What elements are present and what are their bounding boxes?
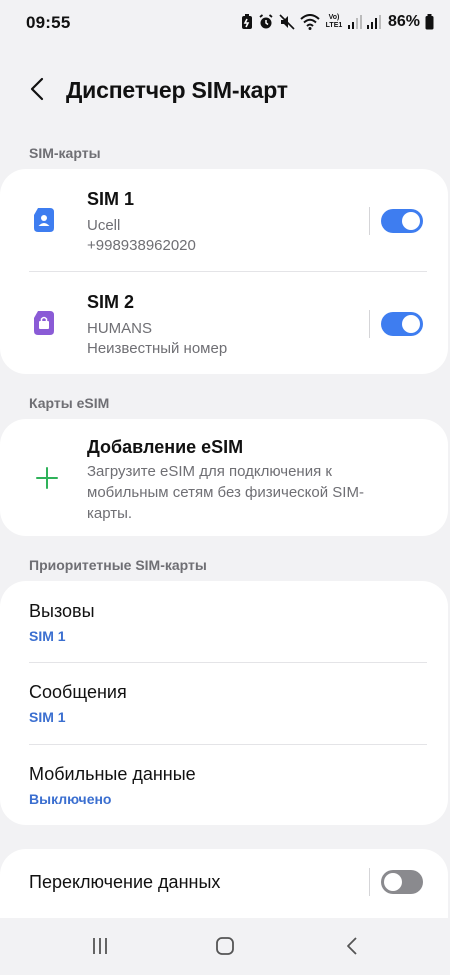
signal-sim1-icon [347, 14, 362, 30]
plus-icon [35, 466, 59, 490]
add-esim-description: Загрузите eSIM для подключения к мобильн… [87, 463, 364, 522]
divider [369, 310, 370, 338]
toggle-knob [384, 873, 402, 891]
sim-row-2[interactable]: SIM 2 HUMANS Неизвестный номер [0, 272, 448, 374]
priority-row-calls[interactable]: Вызовы SIM 1 [0, 581, 448, 662]
pref-value: SIM 1 [29, 709, 66, 725]
sim-number: +998938962020 [87, 237, 196, 254]
sim-bag-icon [33, 310, 55, 336]
back-nav-button[interactable] [340, 936, 364, 960]
add-esim-title: Добавление eSIM [87, 437, 244, 457]
chevron-left-icon [30, 77, 44, 106]
back-button[interactable] [20, 74, 54, 108]
sim-2-toggle[interactable] [381, 312, 423, 336]
status-bar: 09:55 Vo) LTE1 86% [0, 0, 450, 44]
data-switch-title: Переключение данных [29, 872, 221, 892]
sim-person-icon [33, 207, 55, 233]
battery-percent: 86% [387, 13, 420, 30]
navigation-bar [0, 918, 450, 975]
data-switch-toggle[interactable] [381, 870, 423, 894]
pref-value: SIM 1 [29, 628, 66, 644]
status-time: 09:55 [26, 13, 71, 32]
section-label-priority: Приоритетные SIM-карты [29, 557, 207, 573]
page-title: Диспетчер SIM-карт [66, 77, 288, 103]
wifi-icon [300, 14, 320, 30]
priority-row-mobile-data[interactable]: Мобильные данные Выключено [0, 745, 448, 825]
back-icon [345, 936, 359, 961]
recent-apps-button[interactable] [88, 936, 112, 960]
home-button[interactable] [213, 936, 237, 960]
divider [369, 207, 370, 235]
priority-row-messages[interactable]: Сообщения SIM 1 [0, 663, 448, 744]
sim-number: Неизвестный номер [87, 340, 228, 357]
home-icon [215, 936, 235, 961]
divider [369, 868, 370, 896]
pref-value: Выключено [29, 791, 112, 807]
data-switch-card[interactable]: Переключение данных [0, 849, 448, 924]
sim-operator: Ucell [87, 217, 121, 234]
esim-card[interactable]: Добавление eSIM Загрузите eSIM для подкл… [0, 419, 448, 536]
priority-card: Вызовы SIM 1 Сообщения SIM 1 Мобильные д… [0, 581, 448, 825]
alarm-icon [258, 14, 274, 30]
sim-cards-card: SIM 1 Ucell +998938962020 SIM 2 HUMANS Н… [0, 169, 448, 374]
toggle-knob [402, 212, 420, 230]
recent-apps-icon [90, 936, 110, 961]
pref-title: Сообщения [29, 682, 127, 702]
mute-icon [279, 14, 295, 30]
battery-icon [425, 14, 434, 30]
header: Диспетчер SIM-карт [0, 66, 450, 116]
pref-title: Мобильные данные [29, 764, 196, 784]
status-icons: Vo) LTE1 86% [241, 11, 434, 33]
sim-1-toggle[interactable] [381, 209, 423, 233]
sim-name: SIM 2 [87, 292, 135, 312]
sim-operator: HUMANS [87, 320, 153, 337]
volte-icon: Vo) LTE1 [325, 14, 343, 29]
section-label-sim-cards: SIM-карты [29, 145, 101, 161]
signal-sim2-icon [366, 14, 381, 30]
battery-saver-icon [241, 14, 253, 30]
section-label-esim: Карты eSIM [29, 395, 110, 411]
sim-row-1[interactable]: SIM 1 Ucell +998938962020 [0, 169, 448, 271]
toggle-knob [402, 315, 420, 333]
pref-title: Вызовы [29, 601, 95, 621]
sim-name: SIM 1 [87, 189, 135, 209]
